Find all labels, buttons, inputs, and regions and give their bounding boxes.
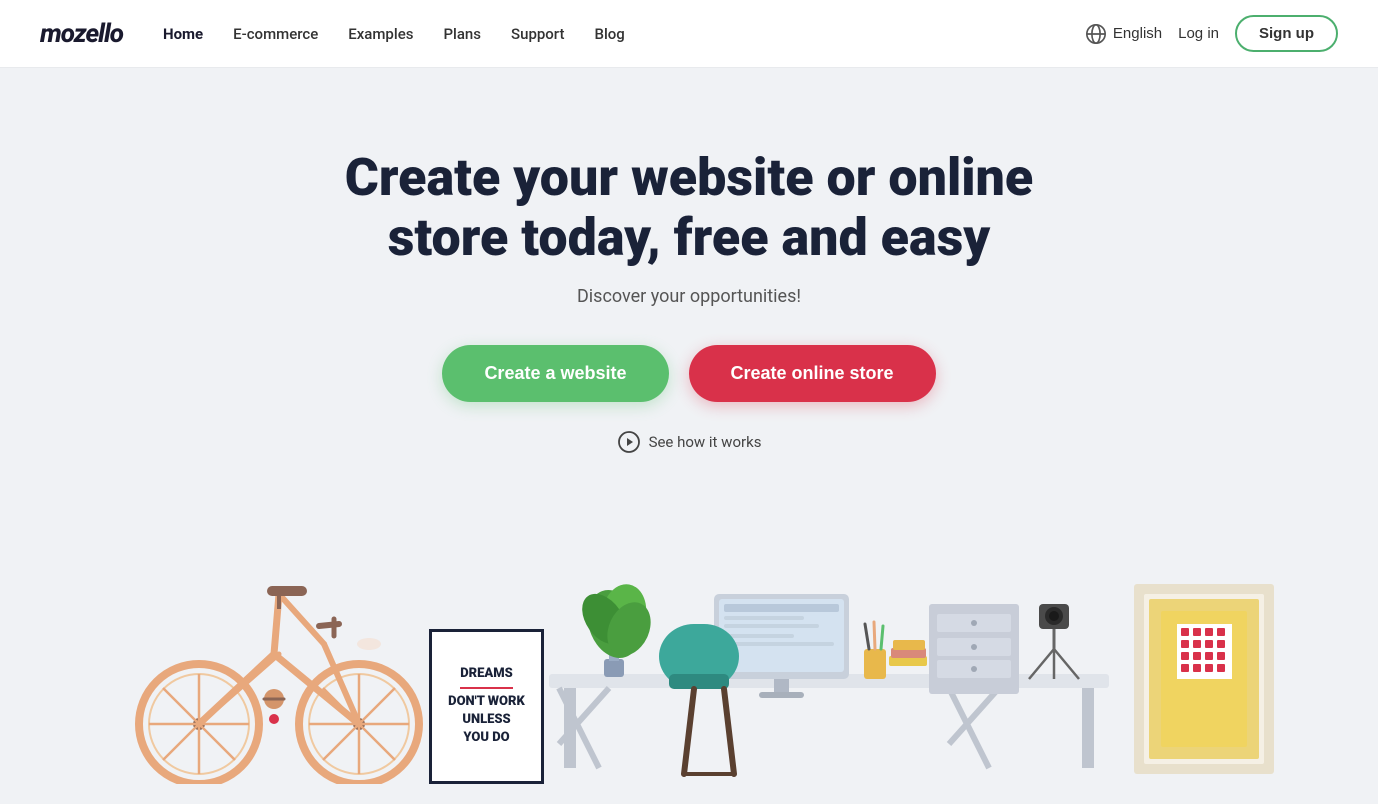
globe-icon <box>1085 23 1107 45</box>
hero-subtitle: Discover your opportunities! <box>577 286 801 307</box>
nav-examples[interactable]: Examples <box>348 25 413 43</box>
poster-line3: UNLESS <box>462 711 510 729</box>
language-label: English <box>1113 25 1162 42</box>
language-selector[interactable]: English <box>1085 23 1162 45</box>
create-website-button[interactable]: Create a website <box>442 345 668 402</box>
nav-support[interactable]: Support <box>511 25 564 43</box>
see-how-link[interactable]: See how it works <box>617 430 762 454</box>
hero-illustration: DREAMS DON'T WORK UNLESS YOU DO <box>0 504 1378 804</box>
art-frames <box>1129 584 1279 784</box>
nav-blog[interactable]: Blog <box>594 25 624 43</box>
nav-plans[interactable]: Plans <box>443 25 481 43</box>
see-how-label: See how it works <box>649 433 762 451</box>
header-actions: English Log in Sign up <box>1085 15 1338 52</box>
poster-line2: DON'T WORK <box>448 693 525 711</box>
login-button[interactable]: Log in <box>1178 25 1219 42</box>
poster-line4: YOU DO <box>463 729 509 747</box>
main-nav: Home E-commerce Examples Plans Support B… <box>163 25 1085 43</box>
logo[interactable]: mozello <box>40 19 123 49</box>
create-store-button[interactable]: Create online store <box>689 345 936 402</box>
hero-section: Create your website or online store toda… <box>0 68 1378 804</box>
poster-divider <box>460 687 513 689</box>
poster-line1: DREAMS <box>460 665 513 683</box>
scene: DREAMS DON'T WORK UNLESS YOU DO <box>89 504 1289 804</box>
poster-frame: DREAMS DON'T WORK UNLESS YOU DO <box>429 629 544 784</box>
hero-title: Create your website or online store toda… <box>289 148 1089 268</box>
signup-button[interactable]: Sign up <box>1235 15 1338 52</box>
cta-buttons: Create a website Create online store <box>442 345 935 402</box>
nav-ecommerce[interactable]: E-commerce <box>233 25 318 43</box>
main-header: mozello Home E-commerce Examples Plans S… <box>0 0 1378 68</box>
play-icon <box>617 430 641 454</box>
desk-scene <box>549 584 1109 784</box>
bike-illustration <box>119 544 439 784</box>
nav-home[interactable]: Home <box>163 25 203 43</box>
